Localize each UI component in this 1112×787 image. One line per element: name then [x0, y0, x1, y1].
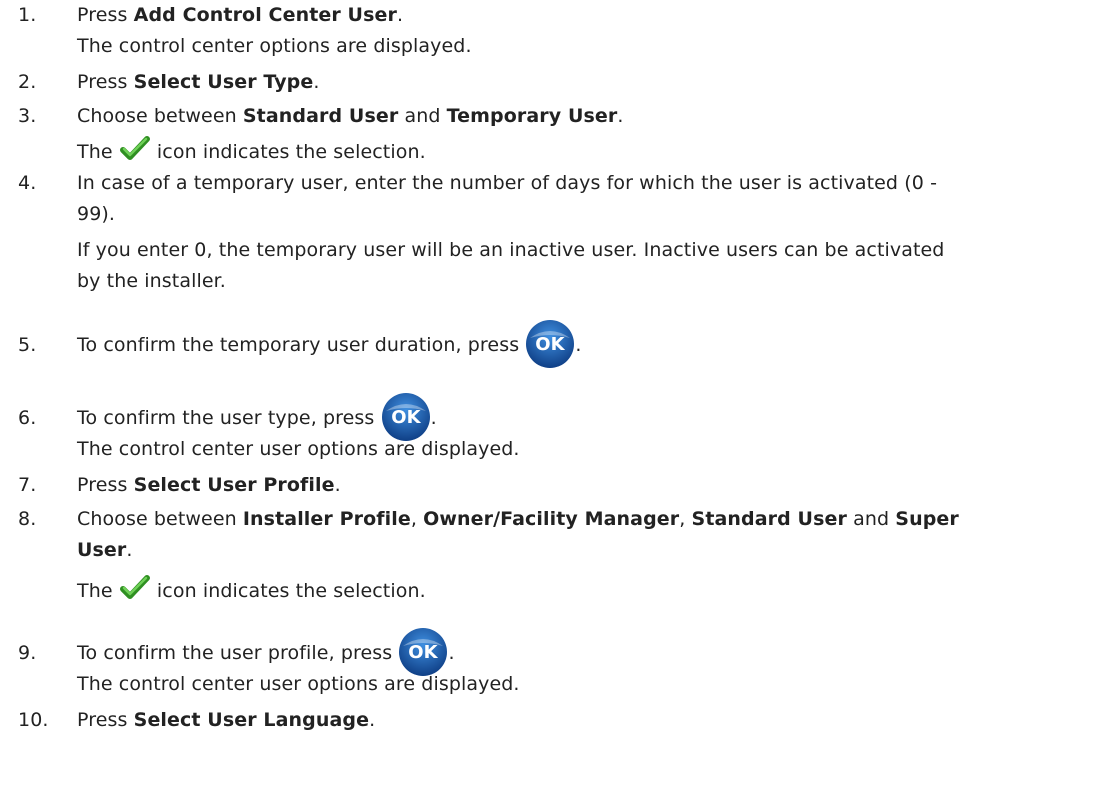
ui-term: Select User Language	[133, 709, 370, 731]
ok-label: OK	[391, 407, 421, 428]
ok-button-icon: OK	[399, 628, 448, 676]
step-text: Press Select User Type.	[77, 71, 320, 93]
step-number: 5.	[18, 334, 37, 356]
ui-term: Temporary User	[446, 105, 618, 127]
step-text: Press Select User Language.	[77, 709, 376, 731]
step-text: In case of a temporary user, enter the n…	[77, 172, 938, 194]
ui-term: Super	[895, 508, 959, 530]
step-text: Choose between Installer Profile, Owner/…	[77, 508, 959, 530]
checkmark-icon	[119, 136, 150, 160]
step-number: 3.	[18, 105, 37, 127]
step-number: 9.	[18, 642, 37, 664]
step-number: 8.	[18, 508, 37, 530]
ui-term: Owner/Facility Manager	[423, 508, 680, 530]
step-number: 6.	[18, 407, 37, 429]
ok-label: OK	[536, 334, 566, 355]
step-number: 1.	[18, 4, 37, 26]
step-number: 7.	[18, 474, 37, 496]
ui-term: Add Control Center User	[133, 4, 397, 26]
checkmark-icon	[119, 575, 150, 599]
ui-term: Standard User	[691, 508, 847, 530]
step-text: Choose between Standard User and Tempora…	[77, 105, 624, 127]
ui-term: Select User Profile	[133, 474, 335, 496]
step-text: Press Add Control Center User.	[77, 4, 404, 26]
ui-term: Standard User	[242, 105, 399, 127]
step-number: 4.	[18, 172, 37, 194]
ui-term: Select User Type	[133, 71, 314, 93]
step-text: Press Select User Profile.	[77, 474, 341, 496]
ok-label: OK	[409, 642, 439, 663]
step-number: 2.	[18, 71, 37, 93]
ok-button-icon: OK	[526, 320, 575, 368]
ui-term: Installer Profile	[242, 508, 411, 530]
step-number: 10.	[18, 709, 49, 731]
step-text: To confirm the temporary user duration, …	[77, 320, 582, 384]
ui-term: User	[77, 539, 127, 561]
ok-button-icon: OK	[381, 393, 430, 441]
